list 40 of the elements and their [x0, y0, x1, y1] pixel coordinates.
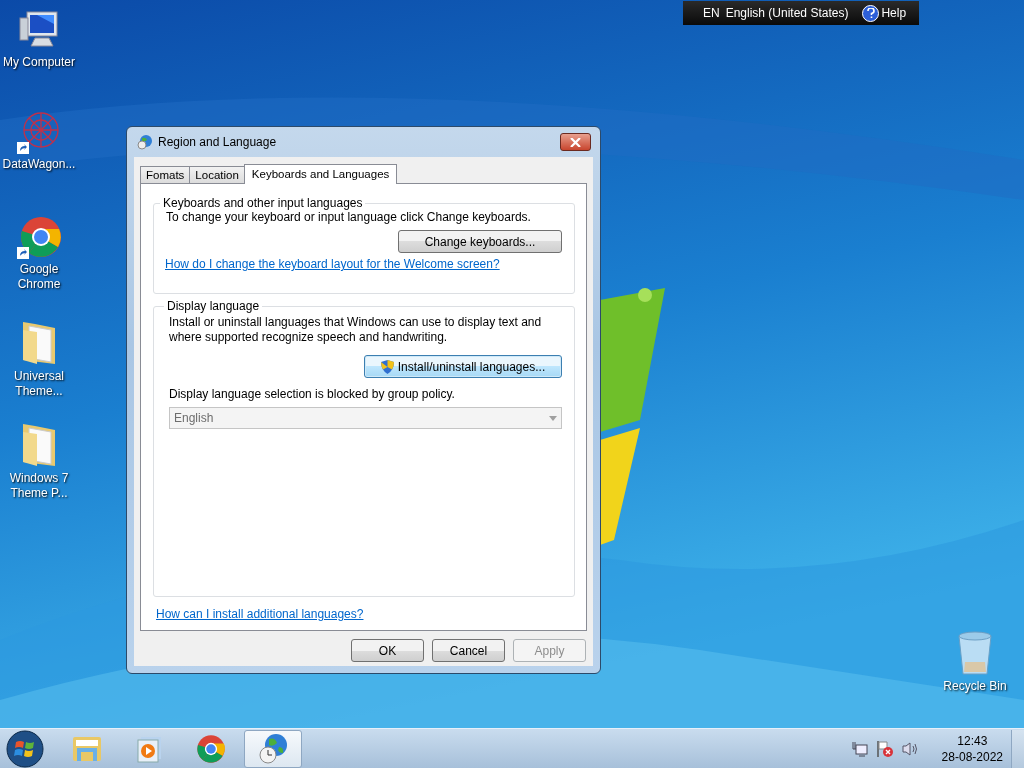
desktop-icon-label[interactable]: DataWagon... [1, 157, 77, 172]
window-title: Region and Language [158, 135, 278, 149]
description-text: To change your keyboard or input language click Change keyboards. [166, 210, 532, 225]
close-button[interactable] [560, 133, 591, 151]
close-icon [570, 137, 581, 147]
media-player-icon[interactable] [135, 734, 163, 763]
group-title: Keyboards and other input languages [162, 196, 364, 210]
change-keyboards-button[interactable]: Change keyboards... [398, 230, 562, 253]
language-code[interactable]: EN [703, 6, 720, 20]
help-link[interactable]: How do I change the keyboard layout for the Welcome screen? [165, 257, 500, 271]
start-button[interactable] [6, 729, 44, 768]
group-title: Display language [166, 299, 261, 313]
clock-time: 12:43 [957, 732, 988, 749]
dialog-button[interactable]: OK [351, 639, 424, 662]
help-icon[interactable] [862, 4, 880, 22]
shield-icon [380, 359, 394, 374]
network-icon[interactable] [851, 740, 868, 757]
desktop-icon-label[interactable]: My Computer [1, 55, 77, 70]
desktop-icon-label[interactable]: Universal Theme... [1, 369, 77, 399]
caret-icon [549, 415, 557, 421]
chrome-icon[interactable] [196, 733, 226, 764]
flag-error-icon[interactable] [875, 739, 894, 758]
speaker-icon[interactable] [901, 740, 920, 757]
clock-date: 28-08-2022 [941, 748, 1003, 765]
install-languages-button[interactable]: Install/uninstall languages... [364, 355, 562, 378]
help-link[interactable]: How can I install additional languages? [156, 607, 364, 621]
clock[interactable]: 12:43 28-08-2022 [941, 732, 1003, 765]
description-text: Install or uninstall languages that Windows can use to display text and where supported recognize speech and handwriting. [169, 315, 543, 345]
policy-note: Display language selection is blocked by group policy. [169, 387, 456, 402]
language-name[interactable]: English (United States) [725, 6, 849, 20]
recycle-bin-icon [955, 630, 995, 676]
dialog-button[interactable]: Cancel [432, 639, 505, 662]
desktop-icon-label[interactable]: Google Chrome [1, 262, 77, 292]
globe-icon [137, 134, 153, 150]
tab[interactable]: Keyboards and Languages [243, 164, 398, 184]
tab[interactable]: Fomats [140, 166, 191, 183]
tab[interactable]: Location [189, 166, 245, 183]
globe-clock-icon[interactable] [257, 732, 289, 765]
desktop-icon-label[interactable]: Windows 7 Theme P... [1, 471, 77, 501]
help-link[interactable]: Help [881, 6, 907, 20]
